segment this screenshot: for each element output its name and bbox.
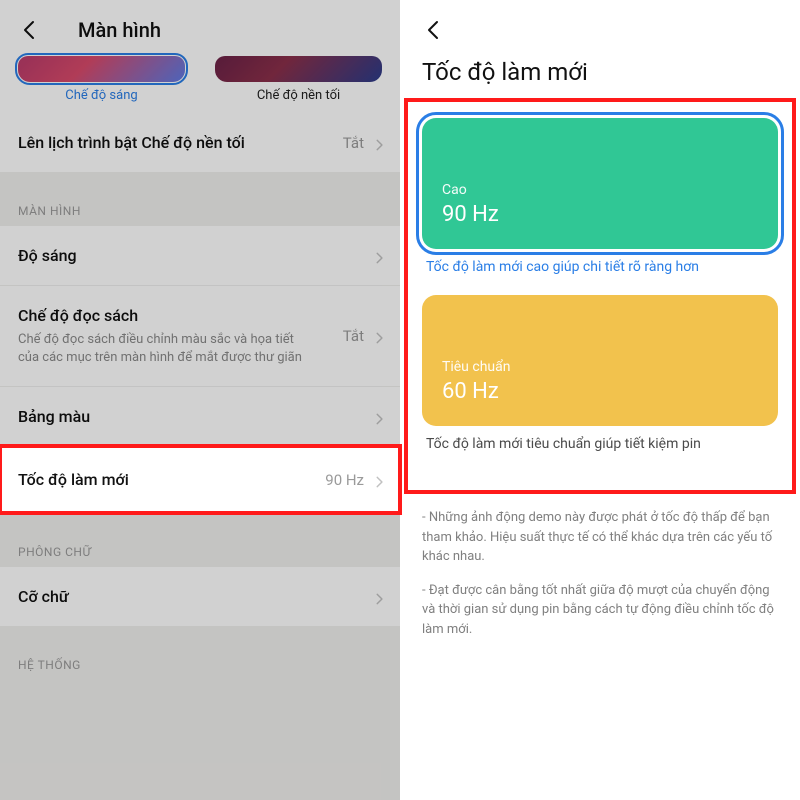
option-high[interactable]: Cao 90 Hz <box>422 118 778 249</box>
chevron-right-icon <box>372 138 382 148</box>
row-refresh-rate[interactable]: Tốc độ làm mới 90 Hz <box>0 446 400 513</box>
theme-light-thumb <box>18 56 185 82</box>
row-brightness[interactable]: Độ sáng <box>0 226 400 285</box>
right-header: Tốc độ làm mới <box>400 0 800 86</box>
row-trailing: Tắt <box>343 134 382 152</box>
theme-light-label: Chế độ sáng <box>65 88 137 103</box>
row-trailing: 90 Hz <box>325 471 382 489</box>
row-label: Độ sáng <box>18 246 77 265</box>
row-label: Bảng màu <box>18 407 90 426</box>
option-standard-caption: Tốc độ làm mới tiêu chuẩn giúp tiết kiệm… <box>426 436 774 452</box>
option-name: Tiêu chuẩn <box>442 359 758 375</box>
section-header-system: HỆ THỐNG <box>0 654 400 680</box>
chevron-right-icon <box>372 412 382 422</box>
theme-dark-label: Chế độ nền tối <box>257 88 340 103</box>
chevron-right-icon <box>372 331 382 341</box>
row-dark-schedule[interactable]: Lên lịch trình bật Chế độ nền tối Tắt <box>0 113 400 172</box>
theme-dark[interactable]: Chế độ nền tối <box>215 56 382 103</box>
option-hz: 60 Hz <box>442 379 758 404</box>
back-icon[interactable] <box>422 18 446 42</box>
refresh-rate-screen: Tốc độ làm mới Cao 90 Hz Tốc độ làm mới … <box>400 0 800 800</box>
row-trailing: Tắt <box>343 327 382 345</box>
theme-selector: Chế độ sáng Chế độ nền tối <box>0 50 400 113</box>
page-title: Tốc độ làm mới <box>422 58 778 86</box>
option-high-caption: Tốc độ làm mới cao giúp chi tiết rõ ràng… <box>426 259 774 275</box>
option-standard[interactable]: Tiêu chuẩn 60 Hz <box>422 295 778 426</box>
chevron-right-icon <box>372 475 382 485</box>
row-subtitle: Chế độ đọc sách điều chỉnh màu sắc và họ… <box>18 331 318 366</box>
row-text: Chế độ đọc sách Chế độ đọc sách điều chỉ… <box>18 306 343 366</box>
row-value: Tắt <box>343 134 364 152</box>
row-reading-mode[interactable]: Chế độ đọc sách Chế độ đọc sách điều chỉ… <box>0 286 400 386</box>
page-title: Màn hình <box>78 18 382 42</box>
option-name: Cao <box>442 182 758 198</box>
row-label: Lên lịch trình bật Chế độ nền tối <box>18 133 245 152</box>
note-text: - Những ảnh động demo này được phát ở tố… <box>422 508 778 567</box>
chevron-right-icon <box>372 592 382 602</box>
section-gap <box>0 626 400 654</box>
settings-display-screen: Màn hình Chế độ sáng Chế độ nền tối Lên … <box>0 0 400 800</box>
left-header: Màn hình <box>0 0 400 50</box>
row-color-palette[interactable]: Bảng màu <box>0 387 400 446</box>
row-label: Cỡ chữ <box>18 587 69 606</box>
back-icon[interactable] <box>18 18 42 42</box>
section-gap <box>0 513 400 541</box>
note-text: - Đạt được cân bằng tốt nhất giữa độ mượ… <box>422 581 778 640</box>
section-gap <box>0 172 400 200</box>
row-value: 90 Hz <box>325 471 364 489</box>
option-hz: 90 Hz <box>442 202 758 227</box>
section-header-screen: MÀN HÌNH <box>0 200 400 226</box>
row-label: Tốc độ làm mới <box>18 470 129 489</box>
chevron-right-icon <box>372 251 382 261</box>
theme-light[interactable]: Chế độ sáng <box>18 56 185 103</box>
refresh-rate-options: Cao 90 Hz Tốc độ làm mới cao giúp chi ti… <box>406 100 794 492</box>
row-value: Tắt <box>343 327 364 345</box>
row-label: Chế độ đọc sách <box>18 306 343 325</box>
row-font-size[interactable]: Cỡ chữ <box>0 567 400 626</box>
theme-dark-thumb <box>215 56 382 82</box>
section-header-font: PHÔNG CHỮ <box>0 541 400 567</box>
notes: - Những ảnh động demo này được phát ở tố… <box>400 502 800 659</box>
